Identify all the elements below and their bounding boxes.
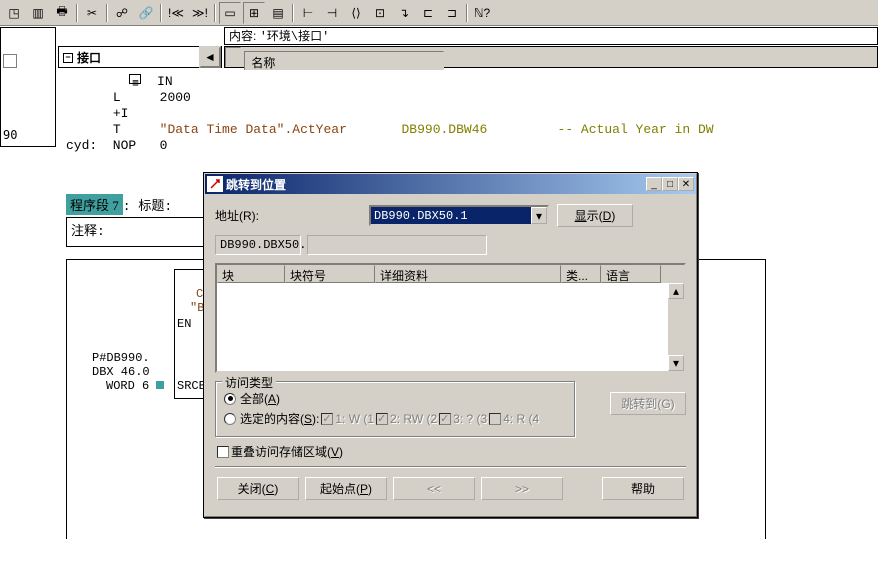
col-symbol[interactable]: 块符号	[285, 265, 375, 283]
tree-root[interactable]: − 接口	[63, 49, 217, 66]
tree-panel: − 接口	[58, 46, 222, 68]
tb-btn-win2[interactable]: ⊞	[243, 2, 265, 24]
dialog-icon	[207, 176, 223, 192]
tb-btn-2[interactable]: ▥	[27, 2, 49, 24]
chk1	[321, 413, 333, 425]
jump-button[interactable]: 跳转到(G)	[610, 392, 686, 415]
col-type[interactable]: 类...	[561, 265, 601, 283]
close-btn[interactable]: 关闭(C)	[217, 477, 299, 500]
close-button[interactable]: ✕	[678, 177, 694, 191]
overlap-label: 重叠访问存储区域(V)	[231, 443, 343, 460]
radio-all[interactable]	[224, 393, 236, 405]
tb-btn-link[interactable]: ☍	[111, 2, 133, 24]
content-value: '环境\接口'	[260, 30, 330, 44]
help-btn[interactable]: 帮助	[602, 477, 684, 500]
comment-label: 注释:	[71, 224, 105, 239]
list-scrollbar[interactable]: ▴ ▾	[668, 283, 684, 371]
goto-dialog: 跳转到位置 _ □ ✕ 地址(R): DB990.DBX50.1 ▾ 显示(D)…	[203, 172, 698, 518]
tb-btn-3[interactable]: 🖶	[51, 2, 73, 24]
tb-btn-online[interactable]: 🔗	[135, 2, 157, 24]
addr-label: 地址(R):	[215, 207, 285, 224]
content-header: 内容: '环境\接口'	[224, 27, 878, 45]
tb-btn-c1[interactable]: ⊢	[297, 2, 319, 24]
tb-btn-help[interactable]: ℕ?	[471, 2, 493, 24]
tb-btn-c5[interactable]: ↴	[393, 2, 415, 24]
left-label: 90	[3, 128, 53, 142]
col-detail[interactable]: 详细资料	[375, 265, 561, 283]
tb-btn-c2[interactable]: ⊣	[321, 2, 343, 24]
prev-btn[interactable]: <<	[393, 477, 475, 500]
col-block[interactable]: 块	[217, 265, 285, 283]
name-col[interactable]: 名称	[244, 51, 444, 71]
ro-addr2	[307, 235, 487, 255]
tb-btn-cut[interactable]: ✂	[81, 2, 103, 24]
tb-btn-next[interactable]: ≫!	[189, 2, 211, 24]
show-button[interactable]: 显示(D)	[557, 204, 633, 227]
tb-btn-win1[interactable]: ▭	[219, 2, 241, 24]
access-type-label: 访问类型	[222, 374, 276, 391]
tree-collapse-icon[interactable]: −	[63, 53, 73, 63]
addr-input[interactable]: DB990.DBX50.1	[371, 207, 531, 224]
dialog-titlebar[interactable]: 跳转到位置 _ □ ✕	[205, 174, 696, 194]
next-btn[interactable]: >>	[481, 477, 563, 500]
opt-sel-label: 选定的内容(S):	[240, 410, 319, 427]
content-label: 内容:	[229, 29, 256, 43]
col-lang[interactable]: 语言	[601, 265, 661, 283]
left-panel: 90	[0, 27, 56, 147]
tb-btn-c6[interactable]: ⊏	[417, 2, 439, 24]
tb-btn-c3[interactable]: ⟨⟩	[345, 2, 367, 24]
opt-all-label: 全部(A)	[240, 390, 280, 407]
tree-root-label: 接口	[77, 49, 101, 66]
name-header: 名称	[224, 46, 878, 68]
addr-combo[interactable]: DB990.DBX50.1 ▾	[369, 205, 549, 226]
chk-overlap[interactable]	[217, 446, 229, 458]
result-list[interactable]: 块 块符号 详细资料 类... 语言 ▴ ▾	[215, 263, 686, 373]
tb-btn-1[interactable]: ◳	[3, 2, 25, 24]
chk3	[439, 413, 451, 425]
start-btn[interactable]: 起始点(P)	[305, 477, 387, 500]
addr-dropdown-icon[interactable]: ▾	[531, 207, 547, 224]
tb-btn-prev[interactable]: !≪	[165, 2, 187, 24]
main-toolbar: ◳ ▥ 🖶 ✂ ☍ 🔗 !≪ ≫! ▭ ⊞ ▤ ⊢ ⊣ ⟨⟩ ⊡ ↴ ⊏ ⊐ ℕ…	[0, 0, 878, 26]
radio-selected[interactable]	[224, 413, 236, 425]
dialog-title: 跳转到位置	[226, 176, 646, 193]
tb-btn-win3[interactable]: ▤	[267, 2, 289, 24]
section-title[interactable]: 程序段 7	[66, 194, 123, 215]
section-label: : 标题:	[123, 199, 172, 214]
scroll-left-btn[interactable]: ◄	[199, 46, 221, 68]
scroll-up-icon[interactable]: ▴	[668, 283, 684, 299]
minimize-button[interactable]: _	[646, 177, 662, 191]
tb-btn-c4[interactable]: ⊡	[369, 2, 391, 24]
maximize-button[interactable]: □	[662, 177, 678, 191]
ro-addr: DB990.DBX50.	[215, 235, 301, 255]
access-type-group: 访问类型 全部(A) 选定的内容(S): 1: W (1 2: RW (2 3:…	[215, 381, 575, 437]
tb-btn-c7[interactable]: ⊐	[441, 2, 463, 24]
chk4	[489, 413, 501, 425]
chk2	[376, 413, 388, 425]
scroll-down-icon[interactable]: ▾	[668, 355, 684, 371]
